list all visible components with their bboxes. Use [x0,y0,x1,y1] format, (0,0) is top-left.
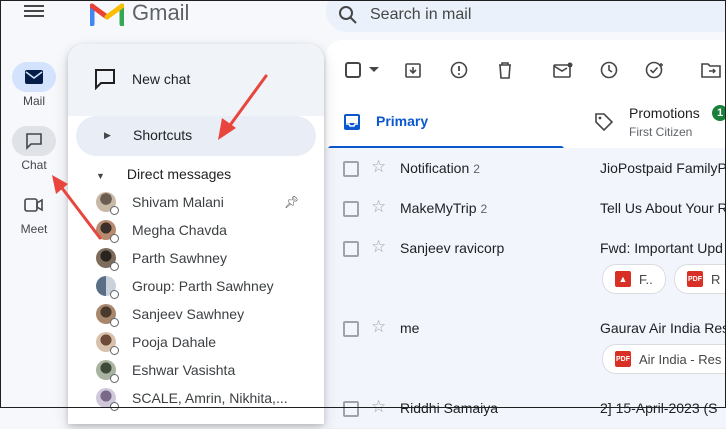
annotation-arrows [52,74,268,240]
arrow-to-chat-rail [52,175,102,240]
arrow-to-shortcuts [218,74,268,140]
